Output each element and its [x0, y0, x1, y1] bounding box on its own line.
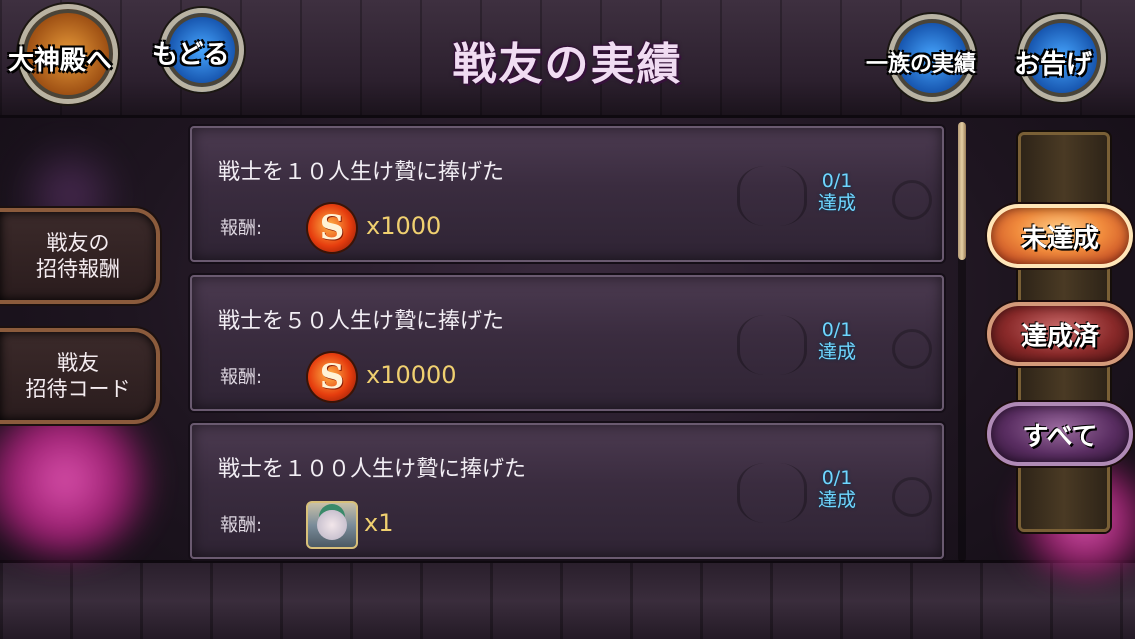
reward-amount: x10000	[366, 361, 457, 389]
achievement-title: 戦士を１００人生け贄に捧げた	[218, 457, 527, 482]
left-magenta-flame-decoration	[0, 400, 160, 560]
back-to-temple-button[interactable]: 大神殿へ	[8, 40, 112, 77]
progress-status: 達成	[817, 192, 856, 214]
scroll-thumb[interactable]	[958, 122, 966, 260]
achievement-title: 戦士を１０人生け贄に捧げた	[218, 160, 505, 185]
filter-completed-button[interactable]: 達成済	[987, 302, 1133, 366]
reward-label: 報酬:	[220, 367, 263, 388]
character-face	[317, 510, 347, 540]
progress-count: 0/1	[821, 319, 853, 341]
achievement-title: 戦士を５０人生け贄に捧げた	[218, 309, 505, 334]
invite-code-tab-label: 戦友 招待コード	[25, 351, 131, 401]
progress-count: 0/1	[821, 170, 853, 192]
invite-reward-tab-label: 戦友の 招待報酬	[36, 231, 120, 281]
reward-label: 報酬:	[220, 515, 263, 536]
achievement-list[interactable]: 戦士を１０人生け贄に捧げた 報酬: S x1000 0/1 達成 戦士を５０人生…	[186, 123, 950, 563]
notice-button[interactable]: お告げ	[1014, 44, 1092, 81]
achievement-progress: 0/1 達成	[792, 170, 882, 214]
clan-achievements-button[interactable]: 一族の実績	[866, 46, 976, 78]
progress-status: 達成	[817, 341, 856, 363]
achievement-progress: 0/1 達成	[792, 467, 882, 511]
ornament-decoration	[892, 180, 932, 220]
invite-reward-tab[interactable]: 戦友の 招待報酬	[0, 208, 160, 304]
achievement-card: 戦士を５０人生け贄に捧げた 報酬: S x10000 0/1 達成	[190, 275, 944, 411]
progress-count: 0/1	[821, 467, 853, 489]
coin-icon: S	[308, 353, 356, 401]
filter-incomplete-button[interactable]: 未達成	[987, 204, 1133, 268]
achievement-card: 戦士を１００人生け贄に捧げた 報酬: x1 0/1 達成	[190, 423, 944, 559]
list-scrollbar[interactable]	[958, 122, 966, 562]
page-title: 戦友の実績	[452, 39, 683, 90]
character-card-icon	[306, 501, 358, 549]
ornament-decoration	[892, 329, 932, 369]
coin-icon: S	[308, 204, 356, 252]
achievement-card: 戦士を１０人生け贄に捧げた 報酬: S x1000 0/1 達成	[190, 126, 944, 262]
filter-all-button[interactable]: すべて	[987, 402, 1133, 466]
progress-status: 達成	[817, 489, 856, 511]
invite-code-tab[interactable]: 戦友 招待コード	[0, 328, 160, 424]
reward-amount: x1	[364, 509, 394, 537]
footer-stone-frame	[0, 560, 1135, 639]
reward-amount: x1000	[366, 212, 442, 240]
ornament-decoration	[892, 477, 932, 517]
reward-label: 報酬:	[220, 218, 263, 239]
back-button[interactable]: もどる	[152, 34, 229, 71]
achievement-progress: 0/1 達成	[792, 319, 882, 363]
